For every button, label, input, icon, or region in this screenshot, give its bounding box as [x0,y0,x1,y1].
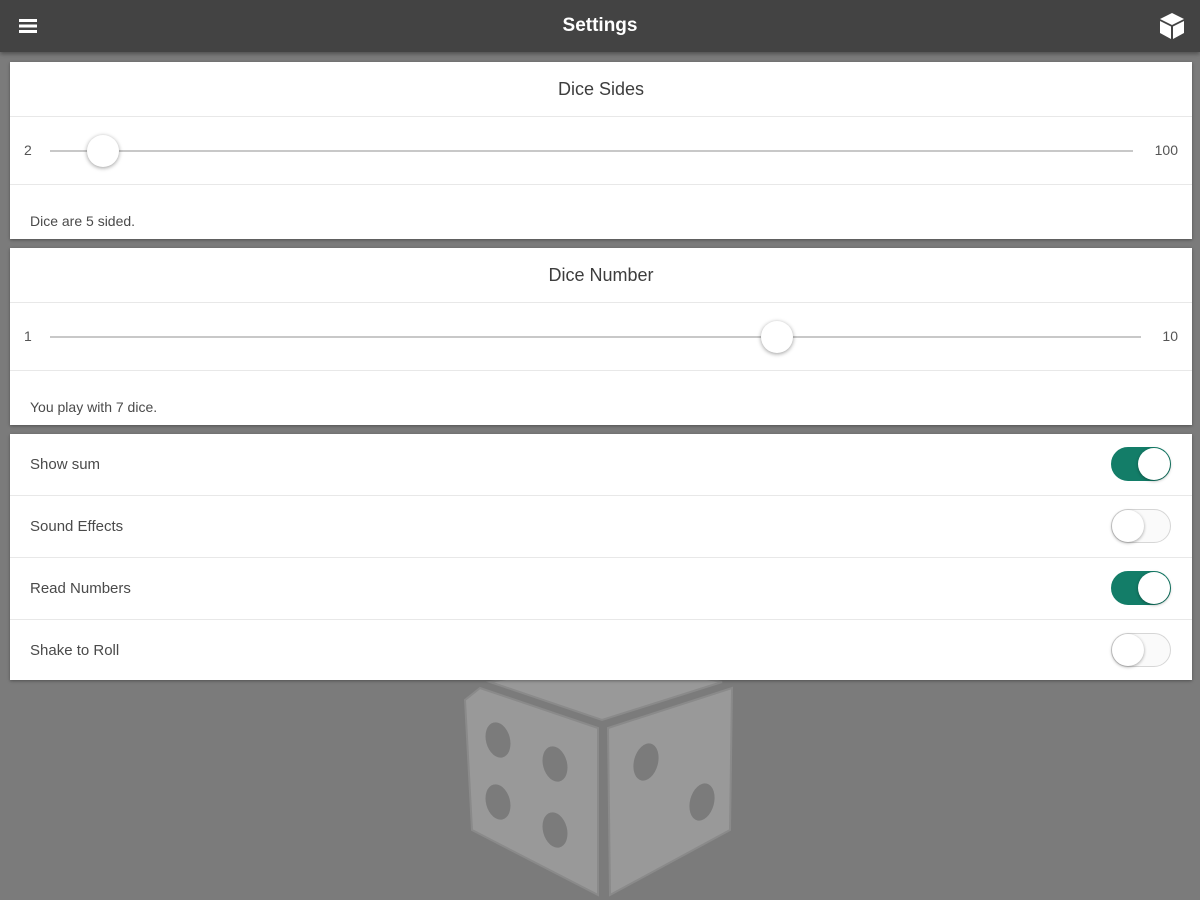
shake-to-roll-label: Shake to Roll [30,642,120,659]
toggle-row-sound-effects: Sound Effects [10,496,1192,558]
dice-sides-slider-track[interactable] [50,150,1133,152]
switch-knob [1112,634,1144,666]
dice-number-title: Dice Number [10,248,1192,303]
app-toolbar: Settings [0,0,1200,52]
toggle-row-show-sum: Show sum [10,434,1192,496]
toggle-row-shake-to-roll: Shake to Roll [10,620,1192,681]
dice-sides-card: Dice Sides 2 100 Dice are 5 sided. [10,62,1192,239]
sound-effects-label: Sound Effects [30,518,124,535]
dice-sides-slider-row: 2 100 [10,117,1192,185]
roll-dice-button[interactable] [1154,8,1190,44]
dice-number-max-label: 10 [1162,328,1178,344]
dice-number-caption: You play with 7 dice. [30,399,158,415]
toggle-row-read-numbers: Read Numbers [10,558,1192,620]
shake-to-roll-switch[interactable] [1111,633,1171,667]
read-numbers-label: Read Numbers [30,580,131,597]
page-title: Settings [562,15,638,36]
dice-sides-min-label: 2 [24,142,32,158]
read-numbers-switch[interactable] [1111,571,1171,605]
dice-number-min-label: 1 [24,328,32,344]
dice-number-card: Dice Number 1 10 You play with 7 dice. [10,248,1192,425]
switch-knob [1138,448,1170,480]
dice-sides-caption: Dice are 5 sided. [30,213,136,229]
show-sum-switch[interactable] [1111,447,1171,481]
dice-sides-slider-thumb[interactable] [86,135,119,167]
options-card: Show sum Sound Effects Read Numbers Shak… [10,434,1192,680]
dice-sides-title: Dice Sides [10,62,1192,117]
sound-effects-switch[interactable] [1111,509,1171,543]
show-sum-label: Show sum [30,456,101,473]
background-dice-icon [463,660,734,897]
dice-number-slider-row: 1 10 [10,303,1192,371]
dice-number-slider-track[interactable] [50,336,1141,338]
dice-cube-icon [1160,13,1184,39]
dice-number-slider-thumb[interactable] [761,321,794,353]
switch-knob [1112,510,1144,542]
dice-sides-max-label: 100 [1154,142,1178,158]
switch-knob [1138,572,1170,604]
